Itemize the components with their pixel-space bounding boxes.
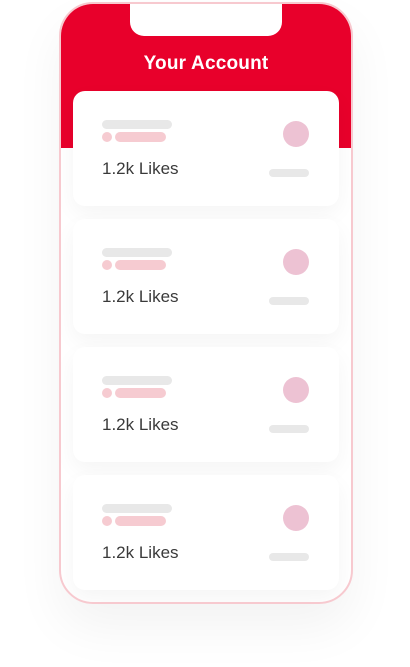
account-card[interactable]: 1.2k Likes bbox=[73, 219, 339, 334]
avatar bbox=[283, 249, 309, 275]
title-placeholder bbox=[102, 504, 172, 513]
title-placeholder bbox=[102, 376, 172, 385]
meta-placeholder bbox=[269, 297, 309, 305]
account-card[interactable]: 1.2k Likes bbox=[73, 91, 339, 206]
avatar bbox=[283, 505, 309, 531]
meta-placeholder bbox=[269, 553, 309, 561]
phone-notch bbox=[130, 4, 282, 36]
status-dot bbox=[102, 388, 112, 398]
meta-placeholder bbox=[269, 169, 309, 177]
title-placeholder bbox=[102, 248, 172, 257]
title-placeholder bbox=[102, 120, 172, 129]
avatar bbox=[283, 121, 309, 147]
subtitle-placeholder bbox=[115, 132, 166, 142]
subtitle-placeholder bbox=[115, 516, 166, 526]
account-card[interactable]: 1.2k Likes bbox=[73, 347, 339, 462]
status-dot bbox=[102, 132, 112, 142]
subtitle-placeholder bbox=[115, 388, 166, 398]
page-title: Your Account bbox=[143, 53, 269, 74]
status-dot bbox=[102, 516, 112, 526]
likes-count: 1.2k Likes bbox=[102, 415, 179, 434]
avatar bbox=[283, 377, 309, 403]
status-dot bbox=[102, 260, 112, 270]
subtitle-placeholder bbox=[115, 260, 166, 270]
account-card[interactable]: 1.2k Likes bbox=[73, 475, 339, 590]
phone-frame: Your Account 1.2k Likes 1.2k Likes 1.2k … bbox=[59, 2, 353, 604]
likes-count: 1.2k Likes bbox=[102, 287, 179, 306]
likes-count: 1.2k Likes bbox=[102, 543, 179, 562]
meta-placeholder bbox=[269, 425, 309, 433]
likes-count: 1.2k Likes bbox=[102, 159, 179, 178]
